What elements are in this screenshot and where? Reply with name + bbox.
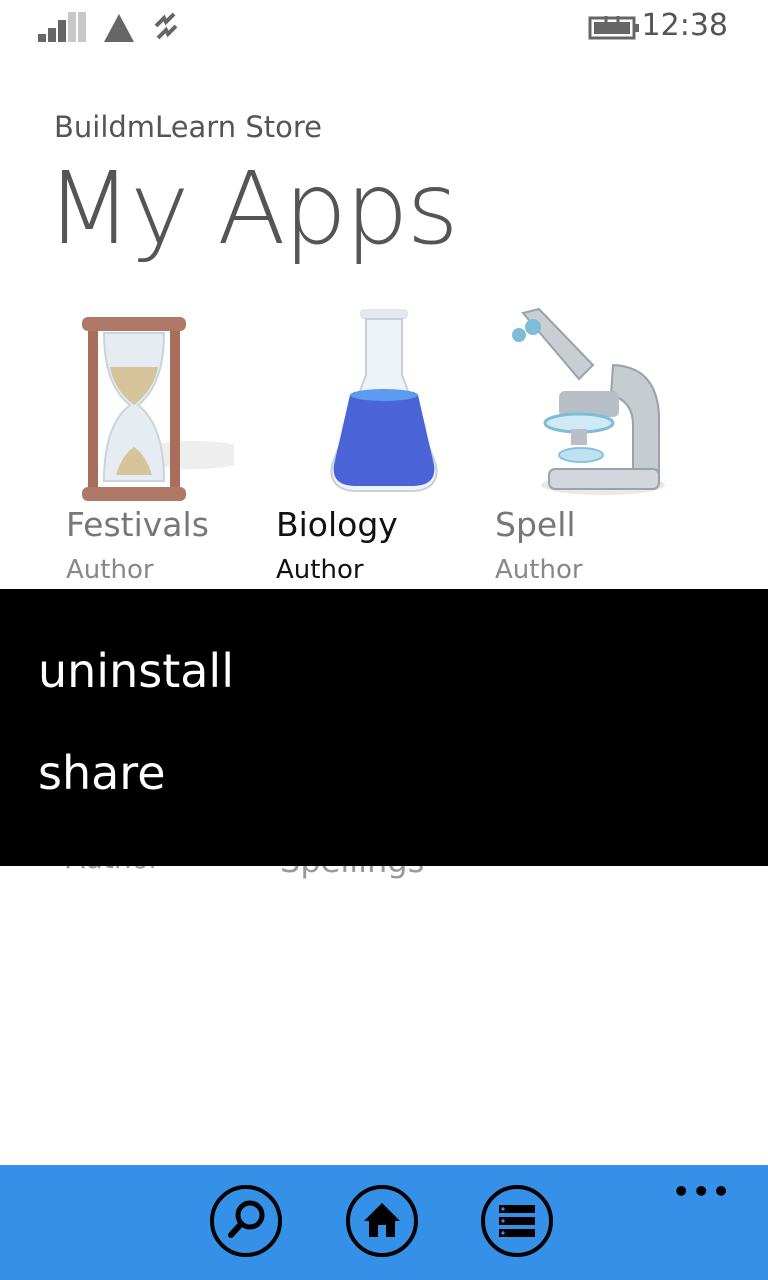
clock: 12:38: [641, 8, 728, 43]
flask-icon: [330, 309, 438, 492]
menu-item-share[interactable]: share: [38, 746, 166, 800]
signal-strength-icon: [38, 12, 88, 42]
more-options-button[interactable]: •••: [672, 1175, 732, 1208]
app-tile-biology[interactable]: Biology Author: [264, 305, 474, 595]
context-menu: uninstall share: [0, 589, 768, 866]
search-button[interactable]: [210, 1185, 282, 1257]
list-icon: [499, 1205, 535, 1237]
app-bar: •••: [0, 1165, 768, 1280]
wifi-sync-icon: [154, 12, 178, 40]
search-icon: [228, 1200, 265, 1238]
app-author-label: Author: [495, 555, 583, 585]
app-author-label: Author: [66, 555, 154, 585]
app-name-label: Spell: [495, 505, 576, 544]
menu-item-uninstall[interactable]: uninstall: [38, 644, 234, 698]
app-author-label: Author: [276, 555, 364, 585]
list-button[interactable]: [481, 1185, 553, 1257]
app-tile-festivals[interactable]: Festivals Author: [54, 305, 264, 595]
app-name: BuildmLearn Store: [54, 110, 322, 144]
page-title: My Apps: [46, 150, 459, 267]
hourglass-icon: [82, 317, 234, 501]
status-bar: 12:38: [0, 0, 768, 56]
app-name-label: Festivals: [66, 505, 209, 544]
app-tile-spell[interactable]: Spell Author: [483, 305, 693, 595]
battery-charging-icon: [588, 16, 639, 40]
app-name-label: Biology: [276, 505, 398, 544]
home-icon: [364, 1203, 400, 1237]
microscope-icon: [512, 307, 665, 495]
data-connection-icon: [104, 14, 134, 42]
home-button[interactable]: [346, 1185, 418, 1257]
